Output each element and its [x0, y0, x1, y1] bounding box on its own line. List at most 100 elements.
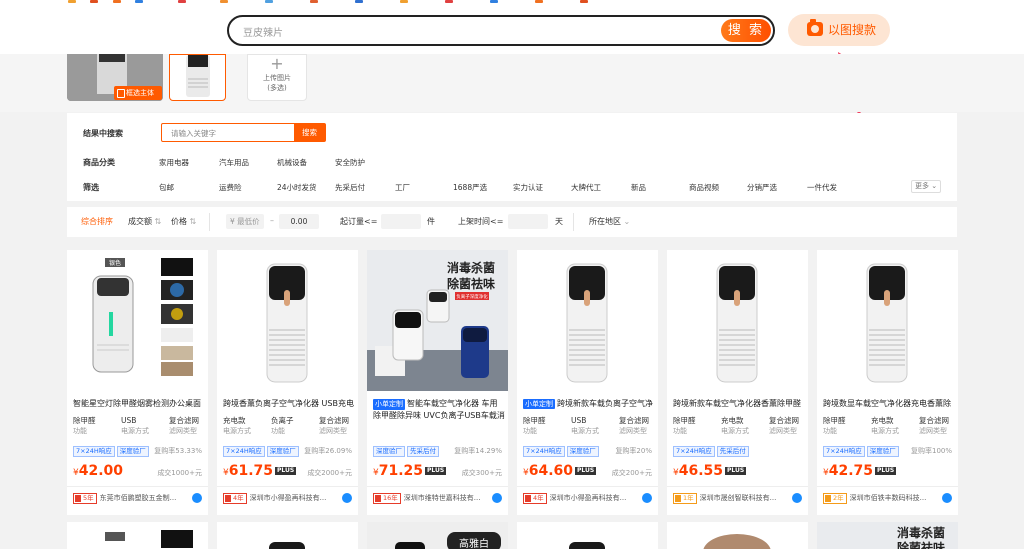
search-input[interactable]: 豆皮辣片: [243, 24, 283, 39]
screen-item[interactable]: 实力认证: [513, 182, 543, 193]
price-value: 42.75: [828, 463, 874, 479]
sort-arrows-icon: ⇅: [154, 217, 162, 226]
repurchase-rate: 复购率26.09%: [304, 447, 352, 455]
price-max-input[interactable]: 0.00: [279, 214, 319, 229]
price-value: 71.25: [378, 463, 424, 479]
sort-deals-label: 成交额: [128, 217, 152, 226]
product-card[interactable]: 高雅白: [367, 522, 508, 549]
shop-link[interactable]: 4年 深圳市小得盈再科技有...: [223, 493, 353, 504]
product-title[interactable]: 跨境数显车载空气净化器充电香薰除: [823, 398, 955, 409]
screen-item[interactable]: 运费险: [219, 182, 242, 193]
sort-default[interactable]: 综合排序: [81, 216, 113, 227]
shop-link[interactable]: 2年 深圳市佰铁丰数码科技...: [823, 493, 953, 504]
product-card[interactable]: 消毒杀菌 除菌祛味 负离子深度净化 小单定制 智能车载空气净化器 车用除甲醛除异味…: [367, 250, 508, 515]
category-label: 商品分类: [83, 158, 115, 167]
select-subject-badge[interactable]: 框选主体: [114, 86, 162, 100]
attr-value: 除甲醛: [523, 416, 546, 425]
search-button[interactable]: 搜 索: [721, 19, 771, 42]
screen-item[interactable]: 商品视频: [689, 182, 719, 193]
in-result-search[interactable]: 请输入关键字 搜索: [161, 123, 326, 142]
screen-item[interactable]: 1688严选: [453, 182, 487, 193]
screen-item[interactable]: 先采后付: [335, 182, 365, 193]
attr-key: 功能: [823, 427, 837, 435]
category-item[interactable]: 汽车用品: [219, 157, 249, 168]
service-chip: 7×24H响应: [673, 446, 715, 457]
chat-icon[interactable]: [792, 493, 802, 503]
shop-link[interactable]: 4年 深圳市小得盈再科技有...: [523, 493, 653, 504]
cropped-image-thumb[interactable]: [169, 54, 226, 101]
shop-name: 深圳市佰铁丰数码科技...: [849, 494, 927, 502]
screen-item[interactable]: 大牌代工: [571, 182, 601, 193]
category-item[interactable]: 家用电器: [159, 157, 189, 168]
source-image-thumb[interactable]: 框选主体: [67, 54, 163, 101]
chat-icon[interactable]: [492, 493, 502, 503]
chevron-down-icon: ⌄: [931, 182, 938, 190]
chat-icon[interactable]: [642, 493, 652, 503]
product-card[interactable]: [517, 522, 658, 549]
product-title[interactable]: 小单定制 智能车载空气净化器 车用除甲醛除异味 UVC负离子USB车载消: [373, 398, 505, 420]
product-title[interactable]: 跨境新款车载空气净化器香薰除甲醛: [673, 398, 805, 409]
product-attrs: 充电款 电源方式 负离子 功能 复合滤网 滤网类型: [223, 416, 355, 438]
search-box[interactable]: 豆皮辣片 搜 索: [227, 15, 775, 46]
product-card[interactable]: 消毒杀菌 除菌祛味: [817, 522, 958, 549]
shop-link[interactable]: 1年 深圳市晟创智联科技有...: [673, 493, 803, 504]
sort-deals[interactable]: 成交额 ⇅: [128, 216, 161, 227]
deal-volume: 成交1000+元: [157, 469, 202, 477]
product-card[interactable]: [67, 522, 208, 549]
price-value: 42.00: [78, 463, 124, 479]
divider: [67, 486, 208, 487]
divider: [573, 213, 574, 231]
screen-item[interactable]: 新品: [631, 182, 646, 193]
more-button[interactable]: 更多 ⌄: [911, 180, 941, 193]
product-image: [269, 542, 305, 549]
screen-item[interactable]: 包邮: [159, 182, 174, 193]
color-label: 银色: [109, 259, 121, 267]
product-card[interactable]: [217, 522, 358, 549]
chat-icon[interactable]: [192, 493, 202, 503]
chat-icon[interactable]: [942, 493, 952, 503]
attr-value: 复合滤网: [319, 416, 349, 425]
category-item[interactable]: 安全防护: [335, 157, 365, 168]
location-label: 所在地区: [589, 217, 621, 226]
sort-price[interactable]: 价格 ⇅: [171, 216, 196, 227]
product-card[interactable]: 跨境数显车载空气净化器充电香薰除 除甲醛 功能 充电款 电源方式 复合滤网 滤网类型 …: [817, 250, 958, 515]
shop-name: 东莞市佰鹏塑胶五金制...: [99, 494, 177, 502]
listed-input[interactable]: [508, 214, 548, 229]
moq-label: 起订量<=: [340, 217, 378, 226]
product-image: [569, 542, 605, 549]
product-title[interactable]: 小单定制 跨境新款车载负离子空气净: [523, 398, 655, 409]
product-card[interactable]: 小单定制 跨境新款车载负离子空气净 除甲醛 功能 USB 电源方式 复合滤网 滤网类型 …: [517, 250, 658, 515]
screen-item[interactable]: 一件代发: [807, 182, 837, 193]
screen-item[interactable]: 分销严选: [747, 182, 777, 193]
product-card[interactable]: 跨境香薰负离子空气净化器 USB充电 充电款 电源方式 负离子 功能 复合滤网 滤网类…: [217, 250, 358, 515]
shop-link[interactable]: 16年 深圳市维特世嘉科技有...: [373, 493, 503, 504]
price-value: 46.55: [678, 463, 724, 479]
attr-key: 功能: [523, 427, 537, 435]
in-result-search-button[interactable]: 搜索: [294, 124, 325, 141]
in-result-input[interactable]: 请输入关键字: [171, 128, 216, 139]
product-title[interactable]: 智能星空灯除甲醛烟雾检测办公桌面: [73, 398, 205, 409]
banner-text: 消毒杀菌: [447, 260, 495, 275]
product-card[interactable]: [667, 522, 808, 549]
product-card[interactable]: 跨境新款车载空气净化器香薰除甲醛 除甲醛 功能 充电款 电源方式 复合滤网 滤网类型 …: [667, 250, 808, 515]
screen-item[interactable]: 24小时发货: [277, 182, 317, 193]
top-bar: 豆皮辣片 搜 索 以图搜款: [0, 0, 1024, 54]
deal-volume: 成交300+元: [461, 469, 502, 477]
service-chip: 7×24H响应: [223, 446, 265, 457]
moq-input[interactable]: [381, 214, 421, 229]
product-image: 消毒杀菌除菌祛味: [817, 522, 958, 549]
location-select[interactable]: 所在地区 ⌄: [589, 216, 630, 227]
category-item[interactable]: 机械设备: [277, 157, 307, 168]
banner-text: 除菌祛味: [897, 540, 945, 549]
product-card[interactable]: 银色 智能星空灯除甲醛烟雾检测办公桌面 除甲醛 功能 USB 电源方式 复合滤网 滤网…: [67, 250, 208, 515]
upload-image-button[interactable]: + 上传图片 (多选): [247, 54, 307, 101]
shop-link[interactable]: 5年 东莞市佰鹏塑胶五金制...: [73, 493, 203, 504]
product-image: [703, 534, 771, 549]
price-min-input[interactable]: ¥ 最低价: [226, 214, 264, 229]
chat-icon[interactable]: [342, 493, 352, 503]
product-image: [186, 55, 210, 97]
screen-item[interactable]: 工厂: [395, 182, 410, 193]
repurchase-rate: 复购率53.33%: [154, 447, 202, 455]
image-search-button[interactable]: 以图搜款: [788, 14, 890, 46]
product-title[interactable]: 跨境香薰负离子空气净化器 USB充电: [223, 398, 355, 409]
